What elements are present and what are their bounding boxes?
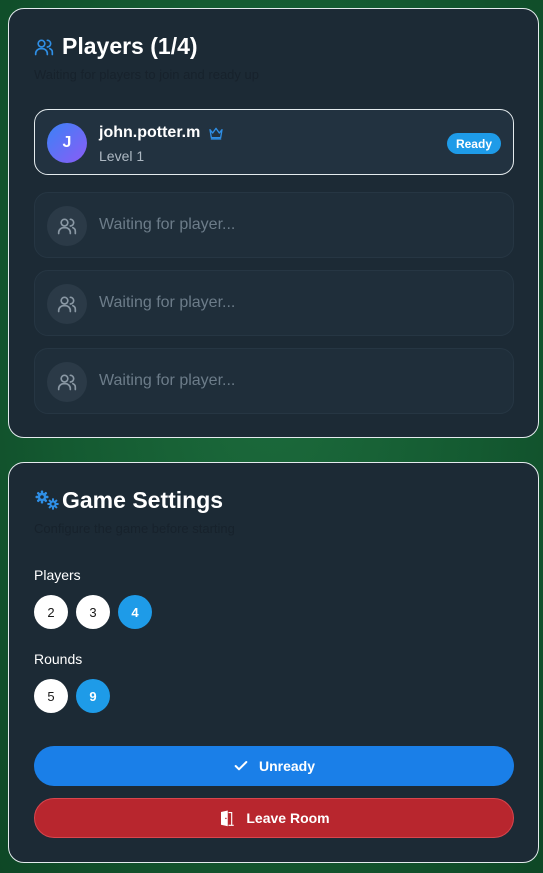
player-slot-empty: Waiting for player... <box>34 270 514 336</box>
player-name: john.potter.m <box>99 124 201 141</box>
unready-button[interactable]: Unready <box>34 746 514 786</box>
players-option-3[interactable]: 3 <box>76 595 110 629</box>
unready-button-label: Unready <box>258 758 316 774</box>
users-icon <box>57 294 77 314</box>
placeholder-avatar <box>47 362 87 402</box>
players-panel-title-row: Players (1/4) <box>34 33 198 60</box>
settings-title: Game Settings <box>62 487 224 513</box>
door-exit-icon <box>218 809 236 827</box>
leave-room-button-label: Leave Room <box>246 810 330 826</box>
players-panel: Players (1/4) Waiting for players to joi… <box>8 8 539 438</box>
check-icon <box>233 758 249 774</box>
waiting-text: Waiting for player... <box>99 372 236 389</box>
player-slot-empty: Waiting for player... <box>34 192 514 258</box>
avatar: J <box>47 123 87 163</box>
players-option-4[interactable]: 4 <box>118 595 152 629</box>
players-count-label: Players <box>34 567 81 583</box>
waiting-text: Waiting for player... <box>99 216 236 233</box>
leave-room-button[interactable]: Leave Room <box>34 798 514 838</box>
player-slot-empty: Waiting for player... <box>34 348 514 414</box>
players-option-2[interactable]: 2 <box>34 595 68 629</box>
rounds-label: Rounds <box>34 651 83 667</box>
rounds-option-5[interactable]: 5 <box>34 679 68 713</box>
users-icon <box>34 37 54 57</box>
placeholder-avatar <box>47 284 87 324</box>
game-settings-panel: Game Settings Configure the game before … <box>8 462 539 863</box>
players-panel-title: Players (1/4) <box>62 33 198 59</box>
rounds-option-9[interactable]: 9 <box>76 679 110 713</box>
gears-icon <box>34 489 62 513</box>
rounds-options: 5 9 <box>34 679 110 713</box>
settings-subtitle: Configure the game before starting <box>34 521 235 536</box>
crown-icon <box>208 125 224 141</box>
players-panel-subtitle: Waiting for players to join and ready up <box>34 67 259 82</box>
player-slot-host: J john.potter.m Level 1 Ready <box>34 109 514 175</box>
status-badge: Ready <box>446 133 501 154</box>
waiting-text: Waiting for player... <box>99 294 236 311</box>
users-icon <box>57 372 77 392</box>
placeholder-avatar <box>47 206 87 246</box>
player-level: Level 1 <box>99 148 145 164</box>
users-icon <box>57 216 77 236</box>
settings-title-row: Game Settings <box>34 487 223 514</box>
player-name-row: john.potter.m <box>99 124 224 142</box>
players-count-options: 2 3 4 <box>34 595 152 629</box>
